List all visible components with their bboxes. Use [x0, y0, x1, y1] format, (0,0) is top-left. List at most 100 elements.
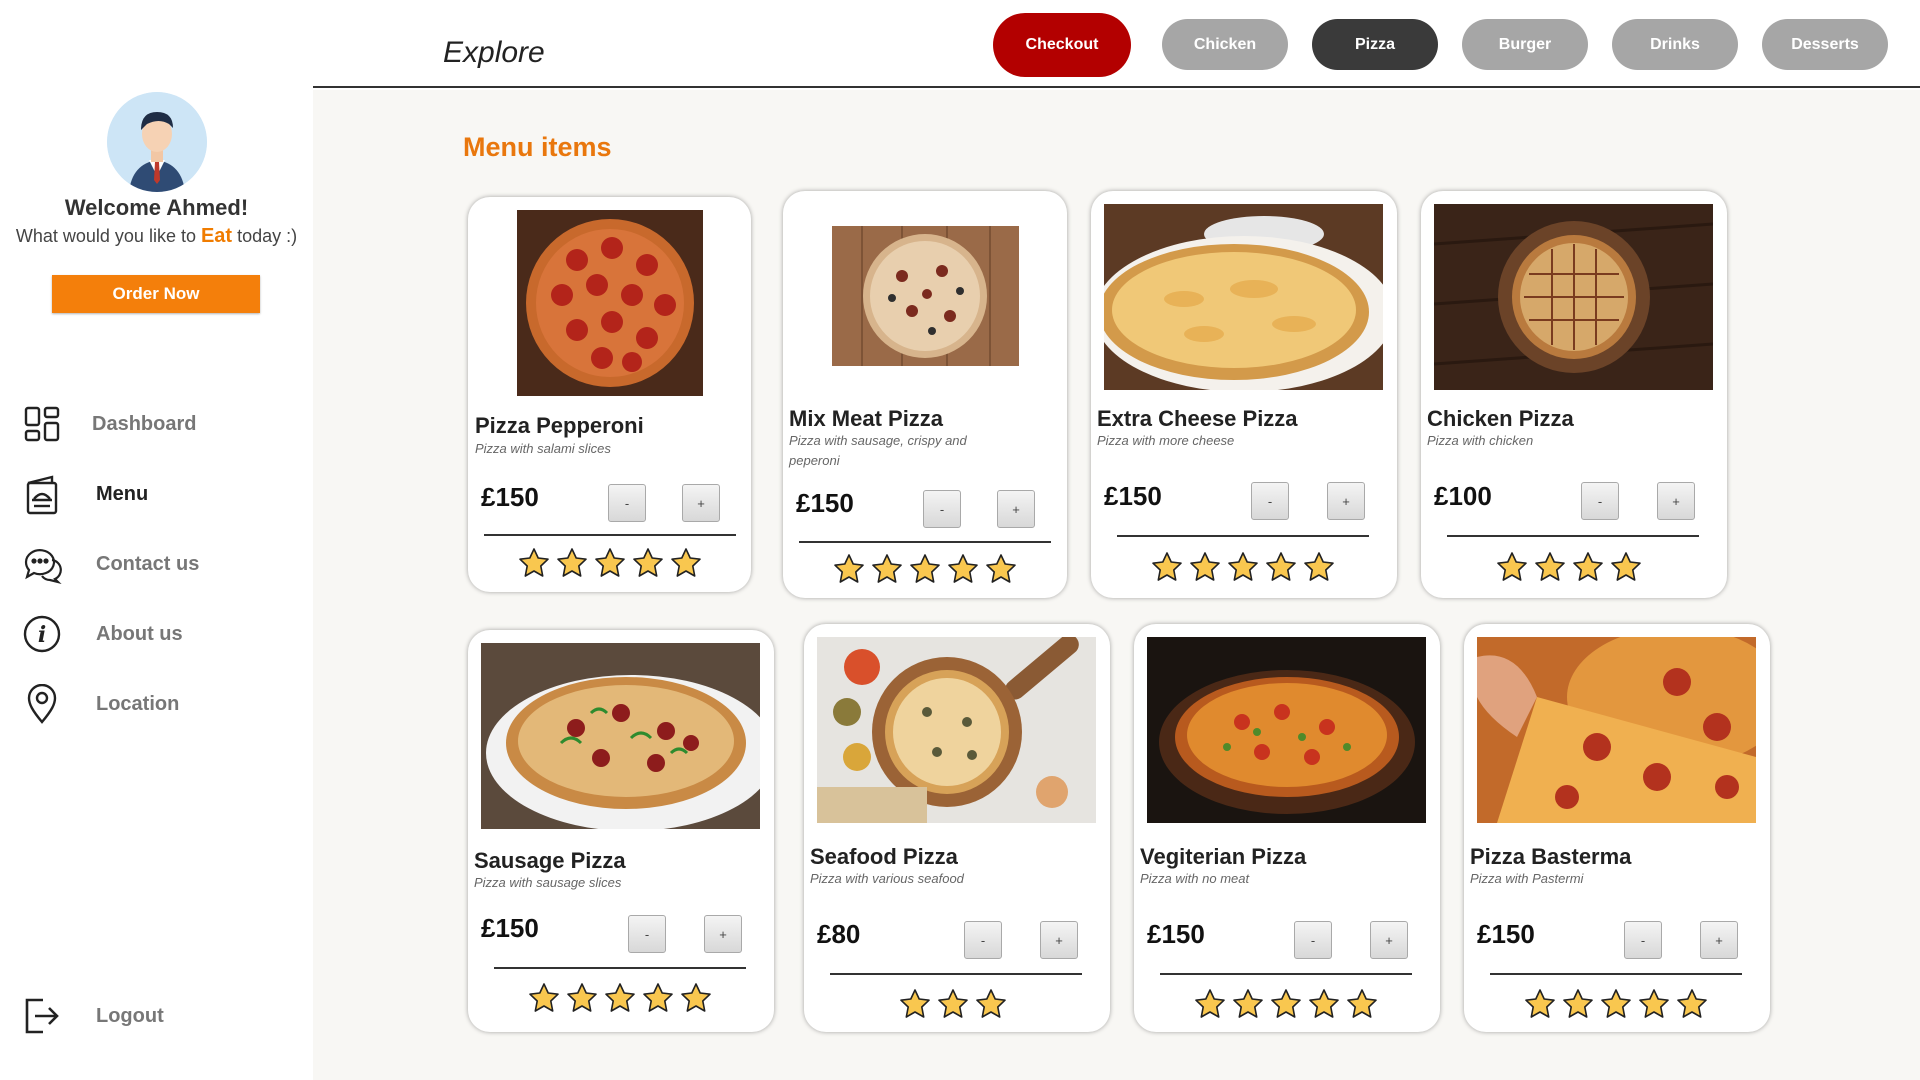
menu-card[interactable]: Sausage Pizza Pizza with sausage slices … [468, 630, 774, 1032]
divider [830, 973, 1082, 975]
item-description: Pizza with no meat [1140, 871, 1250, 886]
star-icon [1572, 551, 1604, 588]
rating-stars [1151, 551, 1335, 588]
nav-item-about[interactable]: i About us [22, 612, 292, 656]
increase-qty-button[interactable]: + [1370, 921, 1408, 959]
nav-label-about: About us [96, 622, 183, 645]
star-icon [1600, 988, 1632, 1025]
pizza-image [817, 637, 1096, 823]
star-icon [871, 553, 903, 590]
welcome-subtitle: What would you like to Eat today :) [0, 225, 313, 248]
sidebar: Welcome Ahmed! What would you like to Ea… [0, 0, 313, 1080]
rating-stars [528, 982, 712, 1019]
star-icon [632, 547, 664, 584]
increase-qty-button[interactable]: + [682, 484, 720, 522]
nav-item-location[interactable]: Location [22, 682, 292, 726]
menu-card[interactable]: Chicken Pizza Pizza with chicken £100 - … [1421, 191, 1727, 598]
nav-label-dashboard: Dashboard [92, 412, 197, 435]
dashboard-icon [22, 404, 62, 444]
star-icon [975, 988, 1007, 1025]
topbar: Explore Checkout Chicken Pizza Burger Dr… [313, 0, 1920, 88]
rating-stars [833, 553, 1017, 590]
item-description: Pizza with sausage slices [474, 875, 622, 890]
rating-stars [899, 988, 1007, 1025]
tab-burger[interactable]: Burger [1462, 19, 1588, 70]
menu-card[interactable]: Extra Cheese Pizza Pizza with more chees… [1091, 191, 1397, 598]
increase-qty-button[interactable]: + [997, 490, 1035, 528]
decrease-qty-button[interactable]: - [628, 915, 666, 953]
divider [1160, 973, 1412, 975]
item-price: £150 [481, 913, 539, 943]
item-name: Mix Meat Pizza [789, 406, 944, 431]
star-icon [642, 982, 674, 1019]
svg-text:i: i [38, 622, 46, 648]
nav-label-contact: Contact us [96, 552, 200, 575]
star-icon [1610, 551, 1642, 588]
rating-stars [1524, 988, 1708, 1025]
divider [494, 967, 746, 969]
item-description: Pizza with sausage, crispy and peperoni [789, 433, 967, 468]
item-price: £150 [1104, 481, 1162, 511]
pizza-image [1434, 204, 1713, 390]
subtitle-eat: Eat [200, 225, 233, 247]
item-name: Pizza Pepperoni [475, 413, 644, 438]
star-icon [1270, 988, 1302, 1025]
increase-qty-button[interactable]: + [1040, 921, 1078, 959]
item-description: Pizza with more cheese [1097, 433, 1235, 448]
menu-card[interactable]: Seafood Pizza Pizza with various seafood… [804, 624, 1110, 1032]
nav-item-dashboard[interactable]: Dashboard [22, 402, 292, 446]
decrease-qty-button[interactable]: - [923, 490, 961, 528]
increase-qty-button[interactable]: + [1657, 482, 1695, 520]
item-description: Pizza with chicken [1427, 433, 1534, 448]
star-icon [518, 547, 550, 584]
pizza-image [1104, 204, 1383, 390]
star-icon [1524, 988, 1556, 1025]
star-icon [1638, 988, 1670, 1025]
logout-icon [22, 996, 62, 1036]
increase-qty-button[interactable]: + [704, 915, 742, 953]
item-price: £100 [1434, 481, 1492, 511]
star-icon [1227, 551, 1259, 588]
nav-item-menu[interactable]: Menu [22, 472, 292, 516]
pizza-image [832, 226, 1019, 366]
item-name: Sausage Pizza [474, 848, 626, 873]
divider [1447, 535, 1699, 537]
decrease-qty-button[interactable]: - [608, 484, 646, 522]
menu-card[interactable]: Vegiterian Pizza Pizza with no meat £150… [1134, 624, 1440, 1032]
star-icon [1151, 551, 1183, 588]
tab-desserts[interactable]: Desserts [1762, 19, 1888, 70]
tab-pizza[interactable]: Pizza [1312, 19, 1438, 70]
star-icon [680, 982, 712, 1019]
menu-card[interactable]: Pizza Pepperoni Pizza with salami slices… [468, 197, 751, 592]
decrease-qty-button[interactable]: - [1624, 921, 1662, 959]
item-name: Extra Cheese Pizza [1097, 406, 1298, 431]
increase-qty-button[interactable]: + [1700, 921, 1738, 959]
star-icon [909, 553, 941, 590]
logout-button[interactable]: Logout [22, 994, 292, 1038]
decrease-qty-button[interactable]: - [1581, 482, 1619, 520]
tab-chicken[interactable]: Chicken [1162, 19, 1288, 70]
star-icon [1534, 551, 1566, 588]
tab-drinks[interactable]: Drinks [1612, 19, 1738, 70]
menu-card[interactable]: Pizza Basterma Pizza with Pastermi £150 … [1464, 624, 1770, 1032]
decrease-qty-button[interactable]: - [1294, 921, 1332, 959]
page-title: Explore [443, 36, 545, 69]
star-icon [604, 982, 636, 1019]
star-icon [1189, 551, 1221, 588]
decrease-qty-button[interactable]: - [1251, 482, 1289, 520]
pizza-image [1147, 637, 1426, 823]
divider [1490, 973, 1742, 975]
decrease-qty-button[interactable]: - [964, 921, 1002, 959]
divider [1117, 535, 1369, 537]
menu-card[interactable]: Mix Meat Pizza Pizza with sausage, crisp… [783, 191, 1067, 598]
order-now-button[interactable]: Order Now [52, 275, 260, 313]
nav-item-contact[interactable]: Contact us [22, 542, 292, 586]
star-icon [1496, 551, 1528, 588]
increase-qty-button[interactable]: + [1327, 482, 1365, 520]
star-icon [594, 547, 626, 584]
star-icon [566, 982, 598, 1019]
star-icon [985, 553, 1017, 590]
star-icon [899, 988, 931, 1025]
tab-checkout[interactable]: Checkout [993, 13, 1131, 77]
item-name: Pizza Basterma [1470, 844, 1632, 869]
